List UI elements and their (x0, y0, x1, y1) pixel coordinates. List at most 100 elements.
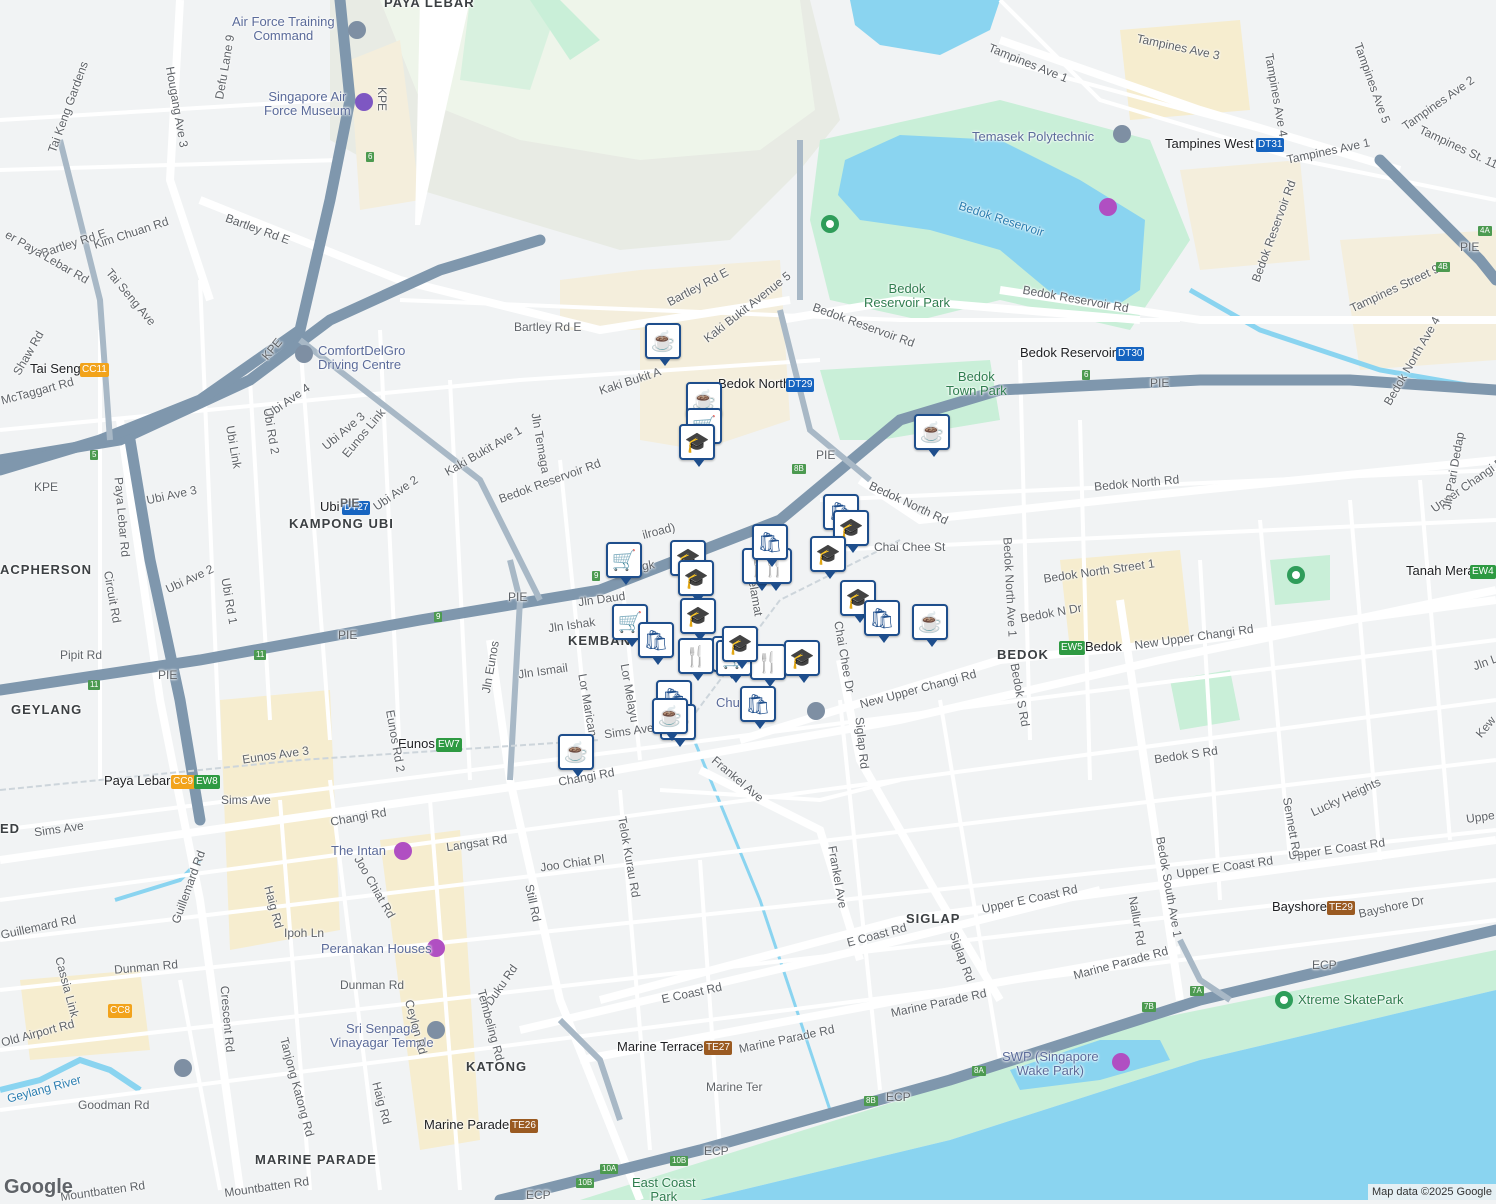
map-marker-shop[interactable]: 🛍 (752, 524, 788, 567)
exit-shield-6b: 6 (1082, 370, 1091, 380)
station-bayshore[interactable]: Bayshore (1272, 900, 1327, 914)
map-marker-cafe[interactable]: ☕ (652, 698, 688, 741)
exit-shield-7b: 7B (1142, 1002, 1156, 1012)
area-label-bedok: BEDOK (997, 647, 1049, 662)
map-marker-school[interactable]: 🎓 (810, 536, 846, 579)
map-marker-school[interactable]: 🎓 (678, 560, 714, 603)
poi-peranakan-houses[interactable]: Peranakan Houses (321, 942, 432, 956)
poi-temasek-poly[interactable]: Temasek Polytechnic (972, 130, 1094, 144)
station-tai-seng[interactable]: Tai Seng (30, 362, 81, 376)
cup-icon: ☕ (563, 741, 589, 764)
station-ubi[interactable]: Ubi (320, 500, 340, 514)
map-attribution[interactable]: Map data ©2025 Google (1367, 1184, 1496, 1200)
shopping-bag-icon: 🛍 (745, 693, 771, 716)
station-bedok-reservoir[interactable]: Bedok Reservoir (1020, 346, 1116, 360)
map-marker-school[interactable]: 🎓 (722, 626, 758, 669)
poi-xtreme-skatepark[interactable]: Xtreme SkatePark (1298, 993, 1404, 1007)
cup-icon: ☕ (657, 705, 683, 728)
poi-church[interactable]: Chu (716, 696, 740, 710)
poi-air-force-museum[interactable]: Singapore Air Force Museum (264, 90, 351, 118)
road-label-pie-3: PIE (158, 668, 178, 682)
map-marker-shop[interactable]: 🛍 (740, 686, 776, 729)
poi-swp[interactable]: SWP (Singapore Wake Park) (1002, 1050, 1099, 1078)
road-label-marine-ter: Marine Ter (706, 1080, 763, 1094)
road-label-pie-1: PIE (340, 496, 360, 510)
area-label-siglap: SIGLAP (906, 911, 961, 926)
exit-shield-4a: 4A (1478, 226, 1492, 236)
area-label-geylang: GEYLANG (11, 702, 83, 717)
google-logo: Google (4, 1176, 73, 1198)
exit-shield-9a: 9 (434, 612, 443, 622)
exit-shield-7a: 7A (1190, 986, 1204, 996)
road-label-kpe-3: KPE (34, 480, 59, 494)
map-marker-cafe[interactable]: ☕ (914, 414, 950, 457)
road-label-sims-ave-1: Sims Ave (221, 793, 271, 807)
road-label-pipit-rd: Pipit Rd (60, 648, 103, 662)
graduation-cap-icon: 🎓 (727, 633, 753, 656)
exit-shield-10b: 10B (670, 1156, 689, 1166)
poi-bedok-reservoir-park[interactable]: Bedok Reservoir Park (864, 282, 950, 310)
road-label-pie-4: PIE (508, 590, 528, 604)
station-code-ew8: EW8 (194, 775, 220, 789)
exit-shield-5: 5 (90, 450, 99, 460)
station-code-ew5: EW5 (1059, 641, 1085, 655)
station-code-ew4: EW4 (1470, 565, 1496, 579)
map-marker-shop[interactable]: 🛍 (864, 600, 900, 643)
road-label-ipoh: Ipoh Ln (284, 926, 325, 940)
map-marker-cafe[interactable]: ☕ (912, 604, 948, 647)
poi-bedok-town-park[interactable]: Bedok Town Park (946, 370, 1007, 398)
station-paya-lebar[interactable]: Paya Lebar (104, 774, 171, 788)
road-label-ecp-2: ECP (1312, 958, 1337, 972)
station-code-cc8: CC8 (108, 1004, 133, 1018)
poi-comfortdelgro[interactable]: ComfortDelGro Driving Centre (318, 344, 405, 372)
exit-shield-11a: 11 (88, 680, 101, 690)
map-marker-grocery[interactable]: 🛒 (606, 542, 642, 585)
exit-shield-10b-2: 10B (576, 1178, 595, 1188)
road-label-ecp-3: ECP (704, 1144, 729, 1158)
shopping-bag-icon: 🛍 (643, 629, 669, 652)
exit-shield-6: 6 (366, 152, 375, 162)
map-marker-shop[interactable]: 🛍 (638, 622, 674, 665)
station-code-cc9: CC9 (171, 775, 196, 789)
graduation-cap-icon: 🎓 (683, 567, 709, 590)
exit-shield-8b-2: 8B (864, 1096, 878, 1106)
road-label-ecp-1: ECP (886, 1090, 911, 1104)
station-code-te26: TE26 (510, 1119, 538, 1133)
station-tampines-west[interactable]: Tampines West (1165, 137, 1254, 151)
graduation-cap-icon: 🎓 (815, 543, 841, 566)
station-marine-terrace[interactable]: Marine Terrace (617, 1040, 703, 1054)
area-label-macpherson: ACPHERSON (0, 562, 93, 577)
station-bedok-north[interactable]: Bedok North (718, 377, 790, 391)
station-code-dt29: DT29 (786, 378, 815, 392)
exit-shield-10a: 10A (600, 1164, 619, 1174)
road-label-pie-5: PIE (816, 448, 836, 462)
area-label-katong: KATONG (466, 1059, 528, 1074)
exit-shield-8a: 8A (972, 1066, 986, 1076)
station-code-ew7: EW7 (436, 738, 462, 752)
road-label-bartley-rd-e-1: Bartley Rd E (514, 320, 582, 334)
station-code-te27: TE27 (704, 1041, 732, 1055)
exit-shield-8b: 8B (792, 464, 806, 474)
fork-knife-icon: 🍴 (755, 651, 781, 674)
station-marine-parade[interactable]: Marine Parade (424, 1118, 509, 1132)
map-marker-school[interactable]: 🎓 (680, 598, 716, 641)
map-marker-restaurant[interactable]: 🍴 (678, 638, 714, 681)
graduation-cap-icon: 🎓 (789, 647, 815, 670)
station-bedok[interactable]: Bedok (1085, 640, 1122, 654)
map-marker-cafe[interactable]: ☕ (645, 323, 681, 366)
station-code-cc11: CC11 (80, 363, 109, 377)
map-marker-school[interactable]: 🎓 (679, 424, 715, 467)
road-label-goodman: Goodman Rd (78, 1098, 150, 1112)
graduation-cap-icon: 🎓 (685, 605, 711, 628)
station-code-dt31: DT31 (1256, 138, 1285, 152)
map-marker-cafe[interactable]: ☕ (558, 734, 594, 777)
cup-icon: ☕ (917, 611, 943, 634)
road-label-pie-6: PIE (1150, 376, 1170, 390)
cup-icon: ☕ (919, 421, 945, 444)
shopping-bag-icon: 🛍 (869, 607, 895, 630)
map-marker-school[interactable]: 🎓 (784, 640, 820, 683)
exit-shield-9b: 9 (592, 571, 601, 581)
poi-air-force-training[interactable]: Air Force Training Command (232, 15, 335, 43)
area-label-kampong-ubi: KAMPONG UBI (289, 516, 394, 531)
cart-icon: 🛒 (611, 549, 637, 572)
